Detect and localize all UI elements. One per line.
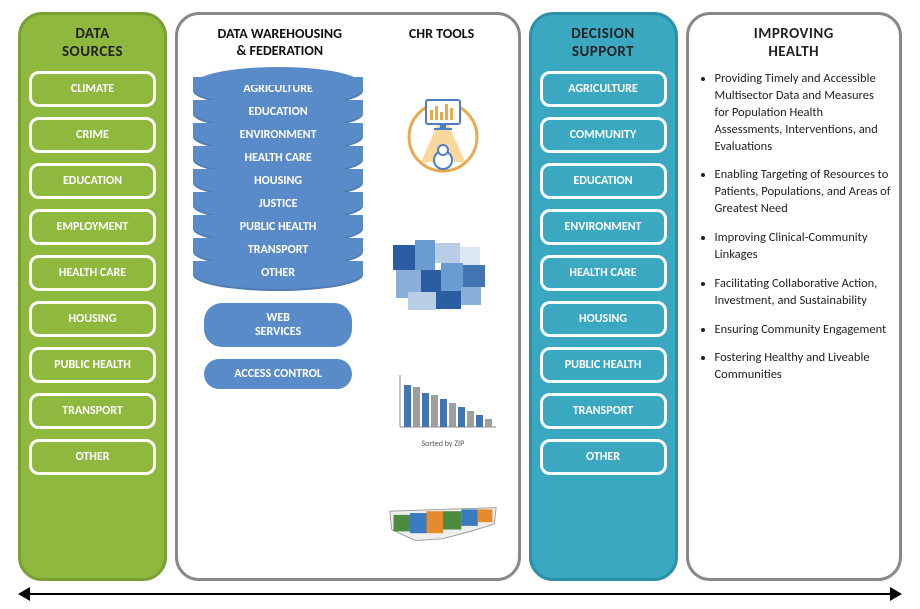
decision-item: COMMUNITY [540,117,667,153]
access-control-pill: ACCESS CONTROL [204,359,351,389]
source-item: OTHER [29,439,156,475]
bar-chart-caption: Sorted by ZIP [421,439,464,449]
chr-tools-title: CHR TOOLS [374,25,510,61]
decision-support-title: DECISION SUPPORT [540,25,667,61]
warehousing-tools-panel: DATA WAREHOUSING & FEDERATION CHR TOOLS … [175,12,520,581]
decision-item: TRANSPORT [540,393,667,429]
bar-chart-icon: Sorted by ZIP [388,367,498,449]
improving-bullet: Improving Clinical-Community Linkages [715,230,891,264]
improving-bullet: Ensuring Community Engagement [715,322,891,339]
source-item: TRANSPORT [29,393,156,429]
decision-item: AGRICULTURE [540,71,667,107]
decision-item: PUBLIC HEALTH [540,347,667,383]
warehousing-title: DATA WAREHOUSING & FEDERATION [186,25,374,61]
diagram-columns: DATA SOURCES CLIMATE CRIME EDUCATION EMP… [18,12,902,581]
warehousing-column: AGRICULTURE EDUCATION ENVIRONMENT HEALTH… [186,61,370,568]
improving-bullet: Facilitating Collaborative Action, Inves… [715,276,891,310]
source-item: EDUCATION [29,163,156,199]
web-services-pill: WEB SERVICES [204,303,351,347]
data-sources-title: DATA SOURCES [29,25,156,61]
state-map-icon [388,502,498,547]
source-item: HEALTH CARE [29,255,156,291]
data-sources-panel: DATA SOURCES CLIMATE CRIME EDUCATION EMP… [18,12,167,581]
improving-bullet: Providing Timely and Accessible Multisec… [715,71,891,155]
cylinder-layer: OTHER [193,261,362,291]
data-sources-list: CLIMATE CRIME EDUCATION EMPLOYMENT HEALT… [29,71,156,475]
improving-bullet: Fostering Healthy and Liveable Communiti… [715,350,891,384]
improving-bullet: Enabling Targeting of Resources to Patie… [715,167,891,218]
decision-support-list: AGRICULTURE COMMUNITY EDUCATION ENVIRONM… [540,71,667,475]
data-cylinder-icon: AGRICULTURE EDUCATION ENVIRONMENT HEALTH… [193,67,362,291]
decision-item: ENVIRONMENT [540,209,667,245]
dashboard-chart-icon [388,82,498,182]
decision-support-panel: DECISION SUPPORT AGRICULTURE COMMUNITY E… [529,12,678,581]
decision-item: OTHER [540,439,667,475]
decision-item: HEALTH CARE [540,255,667,291]
source-item: CRIME [29,117,156,153]
source-item: EMPLOYMENT [29,209,156,245]
source-item: PUBLIC HEALTH [29,347,156,383]
improving-health-title: IMPROVING HEALTH [697,25,891,61]
decision-item: HOUSING [540,301,667,337]
decision-item: EDUCATION [540,163,667,199]
choropleth-map-icon [388,235,498,315]
chr-tools-column: Sorted by ZIP [376,61,509,568]
source-item: HOUSING [29,301,156,337]
bidirectional-arrow-icon [18,587,902,601]
improving-health-panel: IMPROVING HEALTH Providing Timely and Ac… [686,12,902,581]
improving-health-list: Providing Timely and Accessible Multisec… [697,71,891,396]
source-item: CLIMATE [29,71,156,107]
